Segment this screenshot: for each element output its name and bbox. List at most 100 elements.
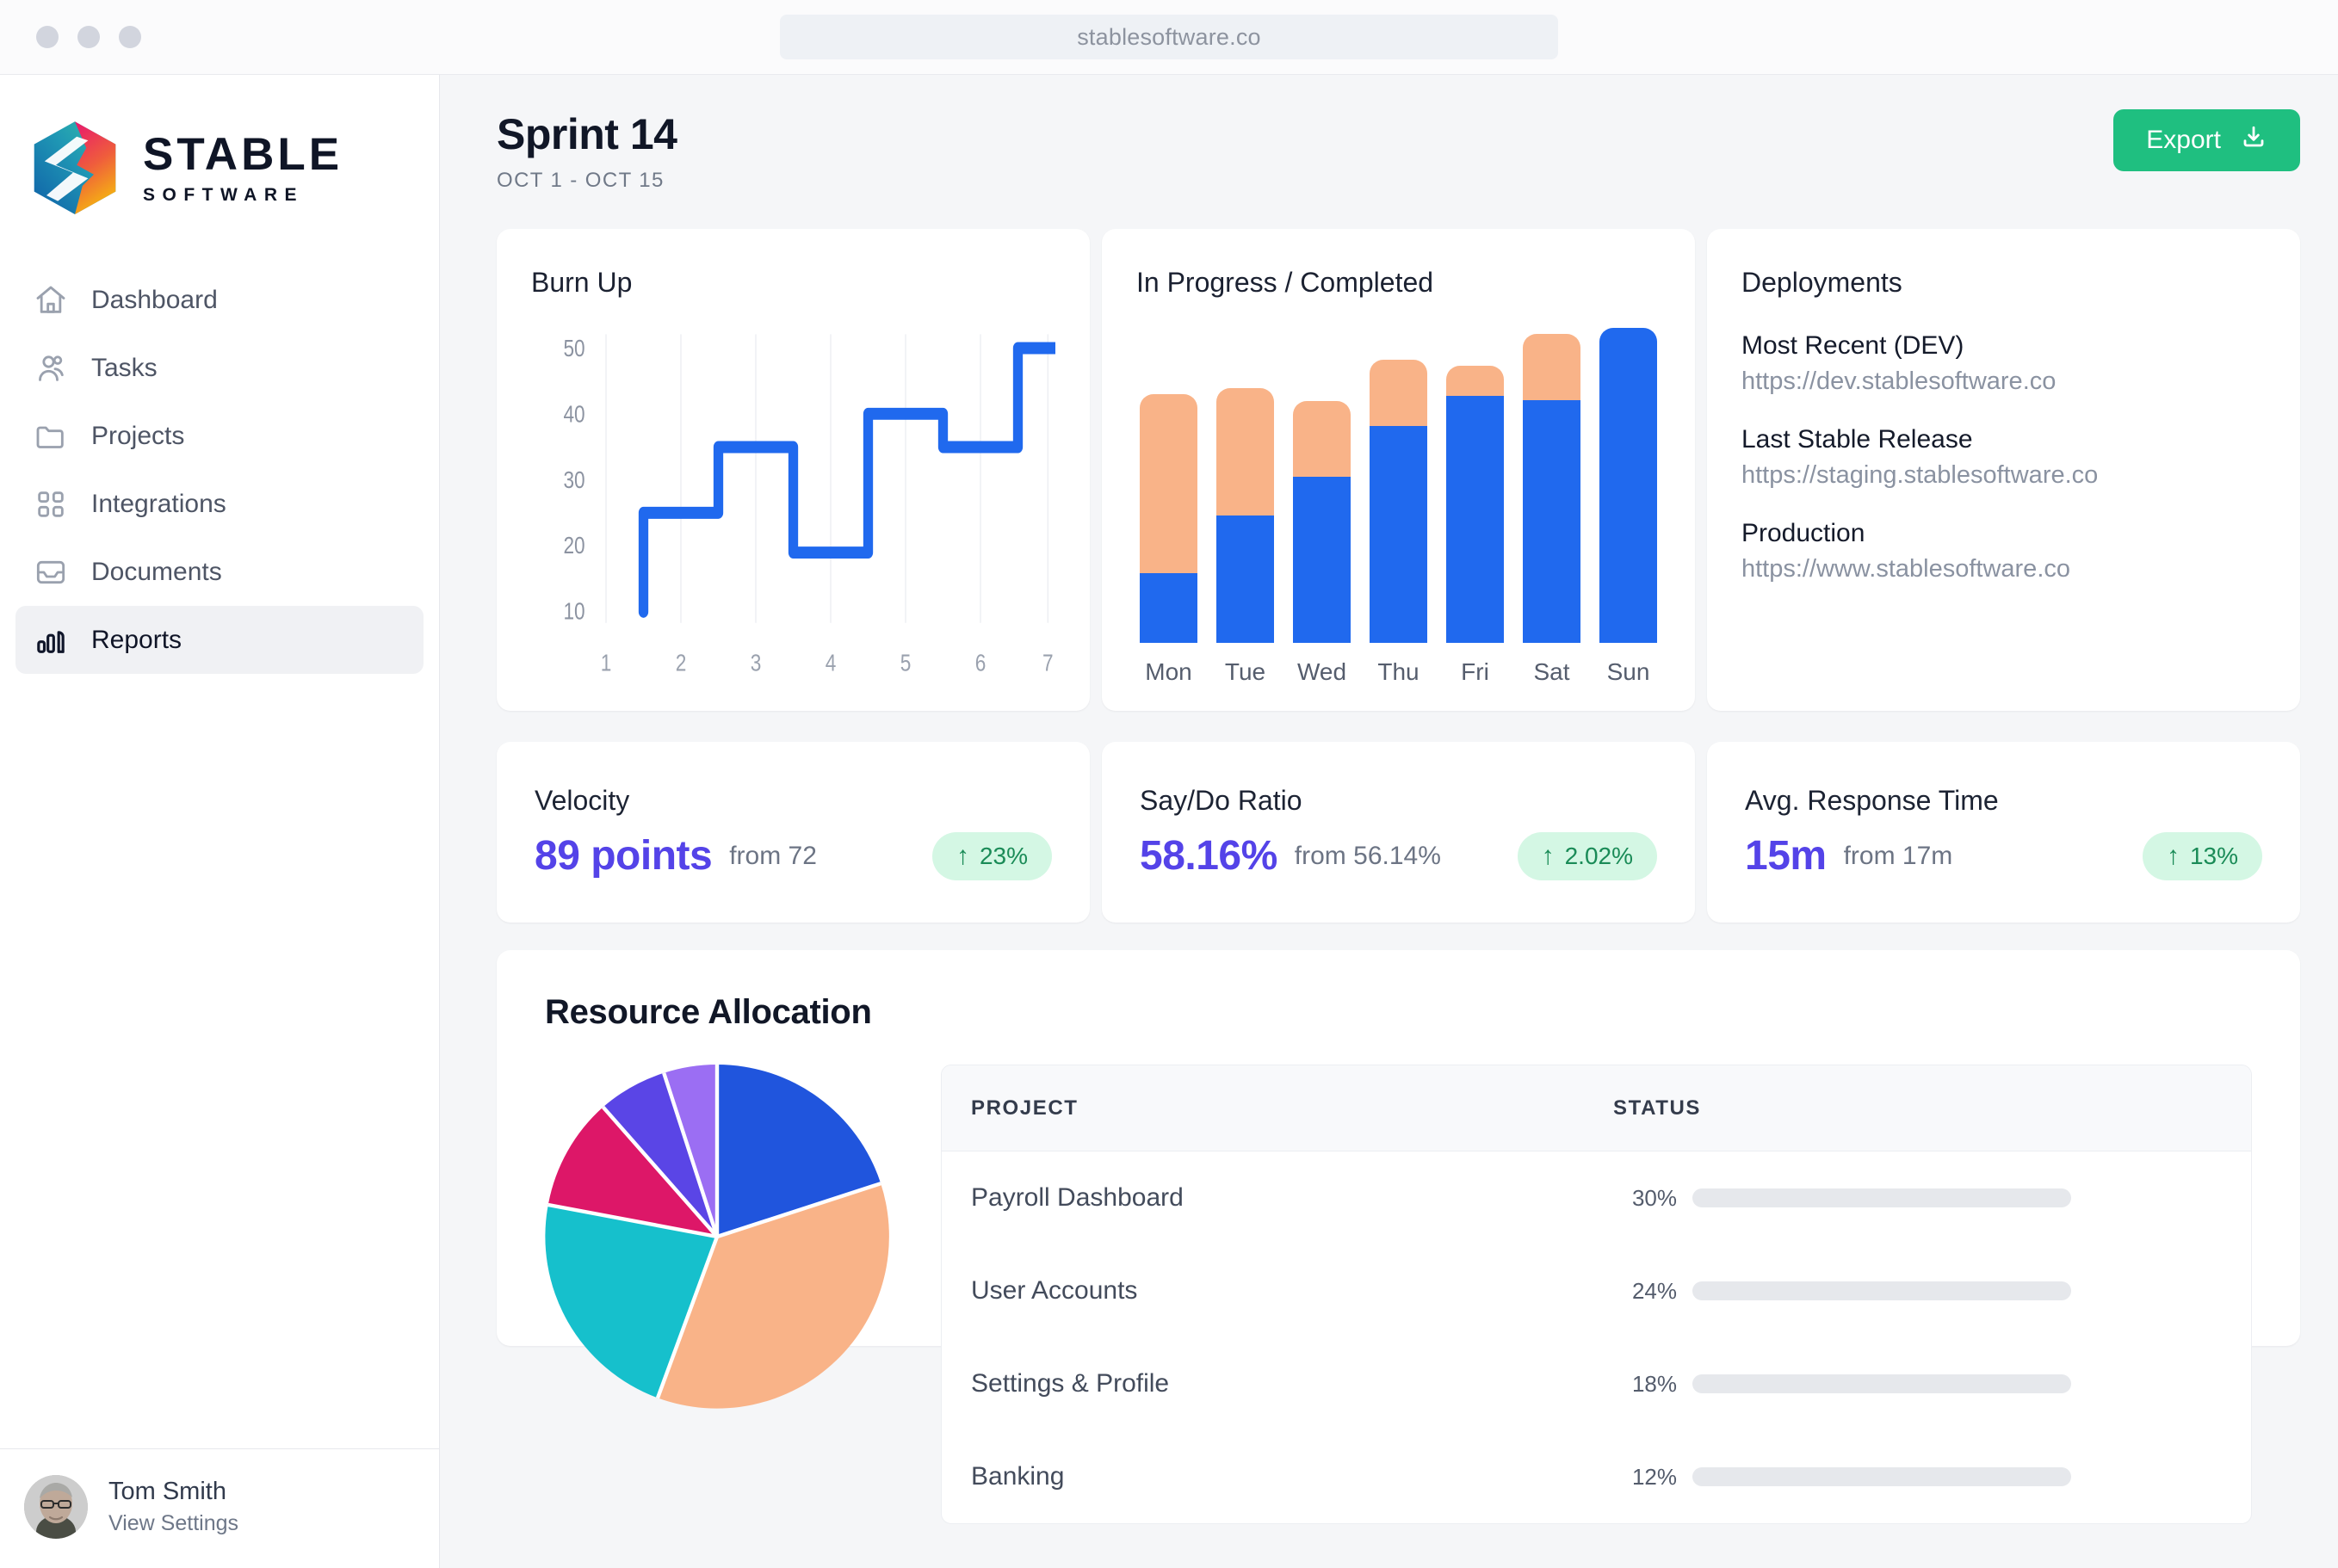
grid-icon — [34, 487, 68, 522]
svg-text:30: 30 — [563, 467, 584, 494]
svg-text:3: 3 — [751, 650, 762, 676]
minimize-window-button[interactable] — [77, 26, 100, 48]
metric-delta: 13% — [2189, 842, 2238, 869]
view-settings-link[interactable]: View Settings — [108, 1511, 238, 1536]
address-bar-text: stablesoftware.co — [1077, 23, 1261, 50]
status-percent: 18% — [1631, 1370, 1677, 1397]
export-button[interactable]: Export — [2113, 109, 2300, 171]
home-icon — [34, 283, 68, 318]
bar-label: Mon — [1145, 658, 1192, 685]
deployments-title: Deployments — [1741, 267, 1902, 298]
metric-previous: from 56.14% — [1294, 841, 1441, 870]
status-cell: 24% — [1613, 1278, 2251, 1305]
sidebar-item-reports[interactable]: Reports — [15, 606, 424, 674]
user-name: Tom Smith — [108, 1478, 226, 1505]
deployment-name: Production — [1741, 519, 1865, 547]
project-name: Banking — [971, 1462, 1065, 1491]
bar-label: Thu — [1377, 658, 1420, 685]
arrow-up-icon: ↑ — [2166, 841, 2180, 870]
sidebar-item-label: Projects — [91, 421, 185, 450]
logo-subtitle: SOFTWARE — [143, 185, 304, 205]
metric-value: 15m — [1745, 833, 1827, 879]
resource-allocation-pie-chart — [545, 1065, 889, 1409]
metrics-row: Velocity 89 points from 72 ↑ 23% Say/Do … — [497, 742, 2300, 923]
sidebar-item-label: Tasks — [91, 353, 158, 382]
status-cell: 12% — [1613, 1464, 2251, 1491]
progress-bar-track — [1692, 1281, 2071, 1300]
table-row[interactable]: Banking 12% — [942, 1430, 2251, 1523]
status-badge: ↑ 23% — [931, 831, 1052, 880]
deployment-name: Last Stable Release — [1741, 425, 1973, 454]
metric-previous: from 72 — [729, 841, 817, 870]
project-name: Payroll Dashboard — [971, 1183, 1184, 1212]
metric-label: Avg. Response Time — [1745, 784, 1999, 816]
svg-text:7: 7 — [1042, 650, 1054, 676]
svg-text:20: 20 — [563, 533, 584, 559]
status-badge: ↑ 2.02% — [1517, 831, 1657, 880]
svg-text:5: 5 — [900, 650, 912, 676]
maximize-window-button[interactable] — [119, 26, 141, 48]
status-badge: ↑ 13% — [2142, 831, 2262, 880]
arrow-up-icon: ↑ — [956, 841, 969, 870]
sidebar-item-documents[interactable]: Documents — [15, 538, 424, 606]
bars-x-axis: Mon Tue Wed Thu Fri Sat Sun — [1136, 643, 1661, 686]
table-row[interactable]: Payroll Dashboard 30% — [942, 1151, 2251, 1244]
deployment-entry: Last Stable Release https://staging.stab… — [1741, 425, 2266, 490]
address-bar[interactable]: stablesoftware.co — [780, 15, 1558, 59]
users-icon — [34, 351, 68, 386]
sidebar-item-dashboard[interactable]: Dashboard — [15, 266, 424, 334]
deployment-url[interactable]: https://staging.stablesoftware.co — [1741, 461, 2266, 490]
deployment-url[interactable]: https://dev.stablesoftware.co — [1741, 367, 2266, 396]
close-window-button[interactable] — [36, 26, 59, 48]
main-content: Sprint 14 OCT 1 - OCT 15 Export Burn Up — [440, 75, 2338, 1568]
deployment-entry: Most Recent (DEV) https://dev.stablesoft… — [1741, 331, 2266, 396]
bar-label: Wed — [1296, 658, 1347, 685]
svg-text:50: 50 — [563, 336, 584, 362]
in-progress-completed-title: In Progress / Completed — [1136, 267, 1434, 298]
sidebar-item-projects[interactable]: Projects — [15, 402, 424, 470]
bars-plot — [1136, 324, 1661, 643]
sidebar-item-tasks[interactable]: Tasks — [15, 334, 424, 402]
stacked-bar-chart: Mon Tue Wed Thu Fri Sat Sun — [1136, 324, 1661, 686]
bar-column — [1216, 324, 1274, 643]
page-heading-group: Sprint 14 OCT 1 - OCT 15 — [497, 109, 677, 193]
bar-column — [1523, 324, 1580, 643]
sidebar-item-integrations[interactable]: Integrations — [15, 470, 424, 538]
metric-delta: 23% — [979, 842, 1028, 869]
brand-logo[interactable]: STABLE SOFTWARE — [0, 75, 439, 216]
table-row[interactable]: User Accounts 24% — [942, 1244, 2251, 1337]
svg-text:6: 6 — [975, 650, 987, 676]
bar-chart-icon — [34, 623, 68, 657]
burn-up-title: Burn Up — [531, 267, 633, 298]
user-profile[interactable]: Tom Smith View Settings — [0, 1448, 439, 1568]
deployments-list: Most Recent (DEV) https://dev.stablesoft… — [1741, 331, 2266, 583]
page-header: Sprint 14 OCT 1 - OCT 15 Export — [497, 109, 2300, 193]
page-title: Sprint 14 — [497, 110, 677, 158]
charts-row: Burn Up 50 40 30 20 10 1 2 3 4 5 6 7 In … — [497, 229, 2300, 711]
window-controls — [36, 26, 141, 48]
resource-allocation-title: Resource Allocation — [545, 993, 872, 1031]
progress-bar-track — [1692, 1467, 2071, 1486]
project-name: Settings & Profile — [971, 1369, 1170, 1398]
bar-column — [1293, 324, 1351, 643]
progress-bar-track — [1692, 1374, 2071, 1393]
metric-card-velocity: Velocity 89 points from 72 ↑ 23% — [497, 742, 1090, 923]
sidebar-item-label: Reports — [91, 625, 182, 654]
bar-column — [1370, 324, 1427, 643]
deployment-entry: Production https://www.stablesoftware.co — [1741, 519, 2266, 583]
status-percent: 24% — [1631, 1277, 1677, 1304]
deployment-url[interactable]: https://www.stablesoftware.co — [1741, 555, 2266, 583]
inbox-icon — [34, 555, 68, 590]
download-icon — [2240, 123, 2267, 157]
status-percent: 12% — [1631, 1463, 1677, 1490]
bar-label: Tue — [1224, 658, 1266, 685]
table-row[interactable]: Settings & Profile 18% — [942, 1337, 2251, 1430]
deployment-name: Most Recent (DEV) — [1741, 331, 1964, 360]
browser-chrome: stablesoftware.co — [0, 0, 2338, 75]
sidebar-nav: Dashboard Tasks Projects Integrations Do… — [0, 266, 439, 674]
status-cell: 30% — [1613, 1185, 2251, 1212]
avatar — [24, 1475, 88, 1539]
metric-value: 58.16% — [1140, 833, 1277, 879]
sidebar-item-label: Integrations — [91, 489, 226, 518]
logo-title: STABLE — [143, 129, 343, 180]
